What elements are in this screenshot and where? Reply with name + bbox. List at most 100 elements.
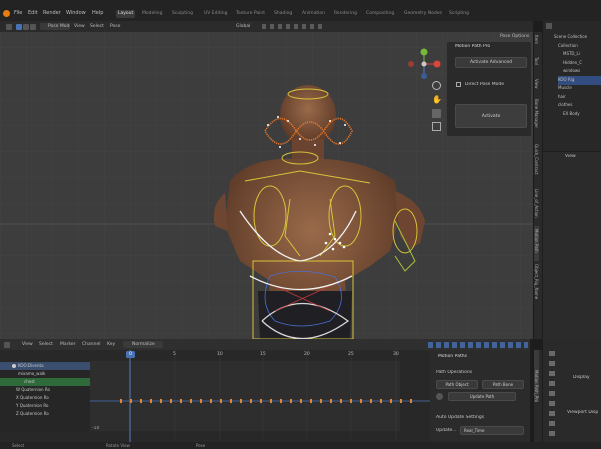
dope-side-tabs: Motion Path_Pro	[533, 350, 542, 442]
tab-layout[interactable]: Layout	[116, 10, 136, 18]
channel-row[interactable]: W Quaternion Ro	[0, 386, 90, 394]
path-object-button[interactable]: Path Object	[436, 380, 478, 389]
channel-label: KOO:Diventa	[18, 363, 44, 368]
update-mode-label: Update...	[436, 428, 457, 433]
frame-number: 20	[304, 352, 310, 357]
tab-sculpting[interactable]: Sculpting	[170, 10, 195, 18]
mpp-panel-title: Motion Path Pro	[455, 44, 491, 49]
channel-label: X Quaternion Ro	[16, 395, 49, 400]
normalize-toggle[interactable]: Normalize	[123, 341, 163, 348]
channel-row-action[interactable]: mixamo_walk	[0, 370, 90, 378]
channel-row[interactable]: Z Quaternion Ro	[0, 410, 90, 418]
clear-path-icon[interactable]	[436, 393, 443, 400]
menu-view[interactable]: View	[74, 23, 85, 30]
tab-tool[interactable]: Tool	[534, 54, 539, 76]
select-tool-icon[interactable]	[6, 23, 12, 30]
menu-render[interactable]: Render	[43, 10, 61, 17]
zoom-icon[interactable]	[432, 81, 441, 90]
tab-item[interactable]: Item	[534, 32, 539, 54]
viewport-display-section[interactable]: Viewport Disp	[567, 410, 598, 415]
tab-compositing[interactable]: Compositing	[364, 10, 396, 18]
frame-number: 30	[393, 352, 399, 357]
status-pose: Pose	[196, 443, 206, 448]
display-section[interactable]: Display	[573, 375, 590, 380]
menu-view[interactable]: View	[22, 341, 33, 348]
outliner-row[interactable]: MSTD_Li	[563, 50, 600, 59]
tab-motion-path[interactable]: Motion Path	[534, 226, 539, 261]
tab-uv-editing[interactable]: UV Editing	[202, 10, 229, 18]
channel-label: Y Quaternion Ro	[16, 403, 49, 408]
channel-row-group[interactable]: chest	[0, 378, 90, 386]
frame-number: 5	[173, 352, 176, 357]
top-menu-bar: File Edit Render Window Help Layout Mode…	[0, 0, 601, 21]
frame-number: 25	[348, 352, 354, 357]
tab-line-of-action[interactable]: Line_of_Action	[534, 186, 539, 226]
menu-channel[interactable]: Channel	[82, 341, 100, 348]
hand-icon[interactable]: ✋	[432, 95, 442, 104]
grid-icon[interactable]	[432, 122, 441, 131]
path-bone-button[interactable]: Path Bone	[482, 380, 524, 389]
activate-button[interactable]: Activate	[455, 104, 527, 128]
shading-icons[interactable]	[262, 24, 322, 29]
select-box-icon[interactable]	[16, 23, 22, 30]
frame-number: 15	[260, 352, 266, 357]
properties-header-view[interactable]: View	[565, 154, 576, 159]
status-rotate-view: Rotate View	[106, 443, 130, 448]
mode-dropdown[interactable]: Pose Mode	[40, 23, 70, 30]
tab-quick-contract[interactable]: Quick_Contract	[534, 141, 539, 186]
tab-modeling[interactable]: Modeling	[140, 10, 164, 18]
motion-paths-title: Motion Paths	[438, 354, 467, 359]
value-scale-bottom: -10	[92, 426, 100, 431]
filter-icon[interactable]	[546, 23, 552, 29]
properties-display-panel: Display Viewport Disp	[543, 339, 601, 442]
select-mode-alt-icon[interactable]	[30, 23, 36, 30]
header-tools-icons[interactable]	[428, 342, 528, 348]
properties-side-icons[interactable]	[549, 351, 555, 436]
frame-number: 10	[217, 352, 223, 357]
menu-window[interactable]: Window	[66, 10, 86, 17]
outliner-row[interactable]: Muscle	[558, 84, 600, 93]
menu-select[interactable]: Select	[39, 341, 53, 348]
update-path-button[interactable]: Update Path	[448, 392, 516, 401]
update-mode-dropdown[interactable]: Real_Time	[460, 426, 524, 435]
current-frame-value: 0	[129, 352, 132, 357]
tab-texture-paint[interactable]: Texture Paint	[234, 10, 267, 18]
current-frame-badge[interactable]: 0	[126, 351, 135, 358]
menu-select[interactable]: Select	[90, 23, 104, 30]
menu-key[interactable]: Key	[107, 341, 115, 348]
tab-object-rig-name[interactable]: Object_Rig_Name	[534, 261, 539, 311]
direct-pose-mode-icon	[456, 82, 461, 87]
menu-help[interactable]: Help	[92, 10, 103, 17]
tab-shading[interactable]: Shading	[272, 10, 294, 18]
tab-animation[interactable]: Animation	[300, 10, 327, 18]
outliner-row[interactable]: windows	[563, 67, 600, 76]
camera-icon[interactable]	[432, 109, 441, 118]
properties-panel: View	[543, 152, 601, 339]
pose-options-dropdown[interactable]: Pose Options	[500, 33, 529, 40]
auto-update-settings-label: Auto Update Settings	[436, 415, 485, 420]
menu-pose[interactable]: Pose	[110, 23, 120, 30]
editor-type-icon[interactable]	[4, 341, 10, 348]
channel-row[interactable]: X Quaternion Ro	[0, 394, 90, 402]
outliner-row[interactable]: clothes	[558, 101, 600, 110]
tab-scripting[interactable]: Scripting	[447, 10, 471, 18]
blender-logo-icon[interactable]	[3, 10, 10, 17]
orientation-dropdown[interactable]: Global	[236, 23, 250, 30]
menu-file[interactable]: File	[14, 10, 22, 17]
menu-edit[interactable]: Edit	[28, 10, 38, 17]
select-mode-icon[interactable]	[23, 23, 29, 30]
menu-marker[interactable]: Marker	[60, 341, 76, 348]
tab-bone-manager[interactable]: Bone Manager	[534, 96, 539, 141]
tab-geometry-nodes[interactable]: Geometry Nodes	[402, 10, 444, 18]
channel-row[interactable]: Y Quaternion Ro	[0, 402, 90, 410]
channel-label: Z Quaternion Ro	[16, 411, 49, 416]
tab-view[interactable]: View	[534, 76, 539, 96]
eye-icon[interactable]	[12, 364, 16, 368]
viewport-side-tabs: Item Tool View Bone Manager Quick_Contra…	[533, 32, 542, 339]
tab-rendering[interactable]: Rendering	[332, 10, 359, 18]
activate-advanced-button[interactable]: Activate Advanced	[455, 57, 527, 68]
tab-motion-path-pro[interactable]: Motion Path_Pro	[534, 350, 539, 402]
outliner-title: Scene Collection	[554, 34, 588, 39]
channel-label: mixamo_walk	[18, 371, 46, 376]
outliner-row[interactable]: EX Body	[563, 110, 600, 119]
